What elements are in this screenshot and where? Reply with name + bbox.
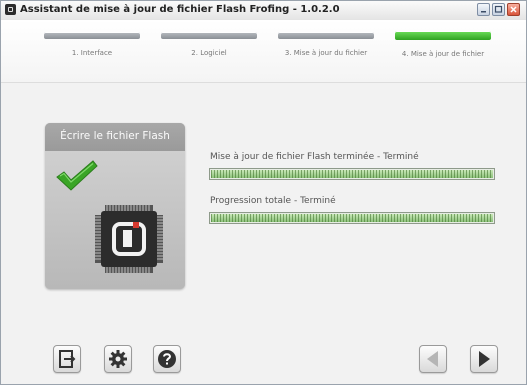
total-progress-label: Progression totale - Terminé — [210, 196, 336, 206]
back-arrow-icon — [427, 351, 438, 367]
minimize-button[interactable] — [477, 3, 490, 16]
file-progress-label: Mise à jour de fichier Flash terminée - … — [210, 152, 419, 162]
next-arrow-icon — [479, 351, 490, 367]
help-icon — [158, 350, 176, 368]
write-flash-body — [45, 151, 185, 289]
checkmark-icon — [56, 160, 98, 191]
file-progress-fill — [211, 170, 493, 178]
gear-icon — [109, 350, 127, 368]
step-bar-active — [395, 31, 491, 40]
step-label: 2. Logiciel — [191, 49, 227, 57]
step-mise-a-jour-flash: 4. Mise à jour de fichier — [395, 31, 491, 58]
app-icon — [5, 4, 16, 15]
step-label: 3. Mise à jour du fichier — [284, 49, 368, 57]
write-flash-panel: Écrire le fichier Flash — [45, 123, 185, 289]
window-title: Assistant de mise à jour de fichier Flas… — [20, 4, 340, 15]
file-progress-bar — [209, 168, 495, 180]
close-button[interactable] — [507, 3, 520, 16]
wizard-steps: 1. Interface 2. Logiciel 3. Mise à jour … — [1, 20, 526, 83]
step-bar — [278, 32, 374, 39]
maximize-icon — [494, 5, 503, 13]
back-button[interactable] — [419, 345, 447, 373]
write-flash-title: Écrire le fichier Flash — [45, 123, 185, 151]
maximize-button[interactable] — [492, 3, 505, 16]
step-interface: 1. Interface — [44, 32, 140, 57]
exit-button[interactable] — [53, 345, 81, 373]
total-progress-fill — [211, 214, 493, 222]
help-button[interactable] — [153, 345, 181, 373]
minimize-icon — [481, 11, 486, 13]
title-bar[interactable]: Assistant de mise à jour de fichier Flas… — [1, 1, 526, 21]
step-mise-a-jour-fichier: 3. Mise à jour du fichier — [278, 32, 374, 57]
step-label: 4. Mise à jour de fichier — [401, 50, 485, 58]
step-bar — [44, 32, 140, 39]
exit-icon — [59, 350, 76, 368]
step-label: 1. Interface — [71, 49, 113, 57]
app-window: Assistant de mise à jour de fichier Flas… — [0, 0, 527, 385]
next-button[interactable] — [470, 345, 498, 373]
step-logiciel: 2. Logiciel — [161, 32, 257, 57]
total-progress-bar — [209, 212, 495, 224]
step-bar — [161, 32, 257, 39]
settings-button[interactable] — [104, 345, 132, 373]
chip-icon — [95, 205, 163, 273]
close-icon — [510, 6, 517, 13]
